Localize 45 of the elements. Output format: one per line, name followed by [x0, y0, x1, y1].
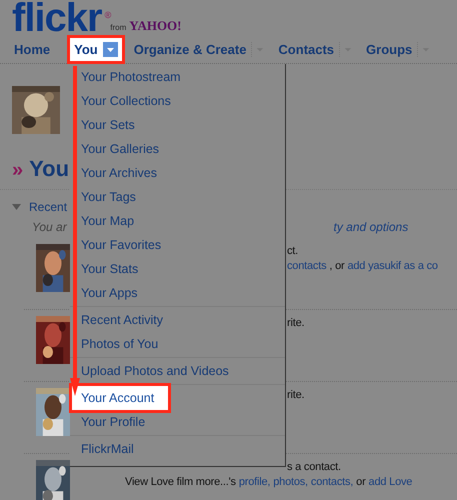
menu-item[interactable]: Your Archives	[81, 162, 157, 184]
link[interactable]: photos,	[273, 475, 308, 490]
link[interactable]: add yasukif as a co	[347, 259, 438, 274]
section-title[interactable]: Recent	[29, 198, 68, 216]
menu-item[interactable]: Photos of You	[81, 332, 158, 356]
logo-wordmark[interactable]: flickr	[12, 0, 102, 36]
feed-text: s a contact.	[287, 460, 341, 475]
heading-mark: »	[12, 158, 24, 183]
feed-text: View Love film more...'s	[125, 475, 236, 490]
menu-item[interactable]: Your Profile	[81, 410, 146, 434]
feed-text: rite.	[287, 388, 304, 403]
menu-item[interactable]: Recent Activity	[81, 308, 163, 332]
menu-item[interactable]: FlickrMail	[81, 438, 134, 460]
from-text: from	[110, 22, 126, 34]
partner-logo: YAHOO!	[129, 16, 182, 34]
caret-icon	[102, 42, 118, 57]
link[interactable]: add Love	[368, 475, 412, 490]
menu-item[interactable]: Your Collections	[81, 90, 171, 112]
feed-text: ct.	[287, 244, 298, 259]
menu-item[interactable]: Your Stats	[81, 258, 138, 280]
feed-text: rite.	[287, 316, 304, 331]
menu-item[interactable]: Your Favorites	[81, 234, 162, 256]
nav-tab[interactable]: Groups	[366, 40, 432, 60]
feed-text: or	[356, 475, 366, 490]
menu-item[interactable]: Your Tags	[81, 186, 136, 208]
link[interactable]: contacts	[287, 259, 326, 274]
nav-tab[interactable]: Home	[14, 40, 50, 60]
menu-item[interactable]: Your Photostream	[81, 66, 181, 88]
link[interactable]: ty and options	[333, 218, 408, 236]
collapse-triangle-icon[interactable]	[12, 204, 21, 210]
nav-tab[interactable]: You	[70, 38, 122, 62]
nav-tab[interactable]: Contacts	[278, 40, 354, 60]
menu-item[interactable]: Your Sets	[81, 114, 135, 136]
feed-text: , or	[329, 259, 344, 274]
menu-item[interactable]: Upload Photos and Videos	[81, 360, 229, 382]
nav-tab[interactable]: Organize & Create	[134, 40, 266, 60]
menu-item[interactable]: Your Apps	[81, 282, 138, 304]
section-note: You ar	[32, 219, 67, 236]
link[interactable]: profile,	[238, 475, 270, 490]
link[interactable]: contacts,	[310, 475, 354, 490]
page-heading: You	[29, 155, 70, 183]
menu-item[interactable]: Your Galleries	[81, 138, 160, 160]
menu-item[interactable]: Your Account	[72, 386, 168, 410]
registered-mark: ®	[104, 9, 112, 22]
menu-item[interactable]: Your Map	[81, 210, 134, 232]
